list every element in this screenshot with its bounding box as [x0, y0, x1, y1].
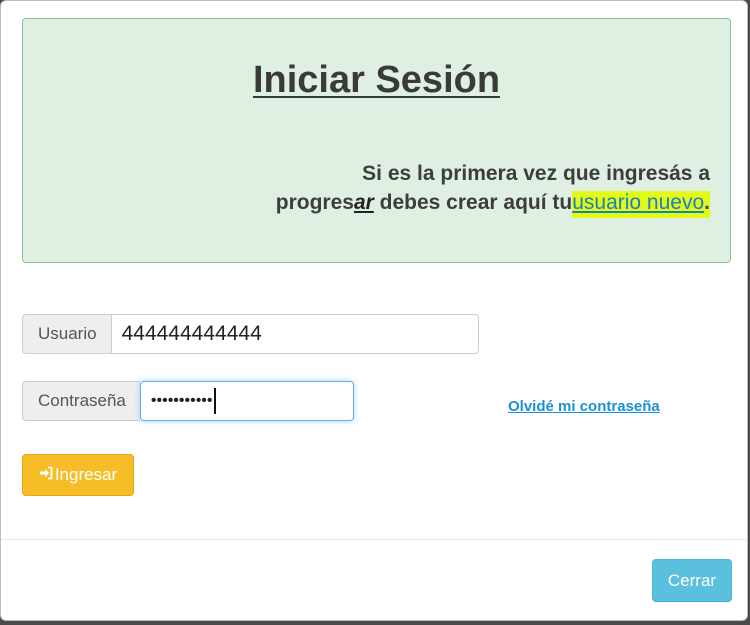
message-line-1: Si es la primera vez que ingresás a	[362, 162, 710, 185]
message-ar-emphasis: ar	[353, 191, 374, 214]
footer-divider	[1, 539, 747, 540]
new-user-link[interactable]: usuario nuevo	[572, 191, 704, 214]
new-user-message: Si es la primera vez que ingresás a prog…	[275, 159, 710, 218]
username-group: Usuario 444444444444	[22, 314, 479, 354]
password-mask: •••••••••••	[150, 392, 213, 409]
login-button[interactable]: Ingresar	[22, 454, 134, 496]
message-line-2-mid: debes crear aquí tu	[373, 191, 573, 214]
message-line-2-pre: progres	[275, 191, 354, 214]
login-modal: Iniciar Sesión Si es la primera vez que …	[0, 0, 748, 621]
password-input[interactable]: •••••••••••	[139, 381, 354, 421]
forgot-password-link[interactable]: Olvidé mi contraseña	[508, 398, 660, 415]
username-input[interactable]: 444444444444	[110, 314, 479, 354]
username-label: Usuario	[22, 314, 111, 354]
password-label: Contraseña	[22, 381, 140, 421]
login-button-label: Ingresar	[54, 465, 118, 484]
text-caret	[213, 388, 216, 414]
password-group: Contraseña •••••••••••	[22, 381, 354, 421]
message-line-2-end: .	[704, 191, 710, 214]
modal-title: Iniciar Sesión	[252, 59, 501, 101]
highlight-mark: usuario nuevo.	[572, 191, 710, 218]
sign-in-icon	[39, 466, 53, 484]
close-button[interactable]: Cerrar	[652, 559, 732, 602]
info-banner: Iniciar Sesión Si es la primera vez que …	[22, 18, 731, 263]
